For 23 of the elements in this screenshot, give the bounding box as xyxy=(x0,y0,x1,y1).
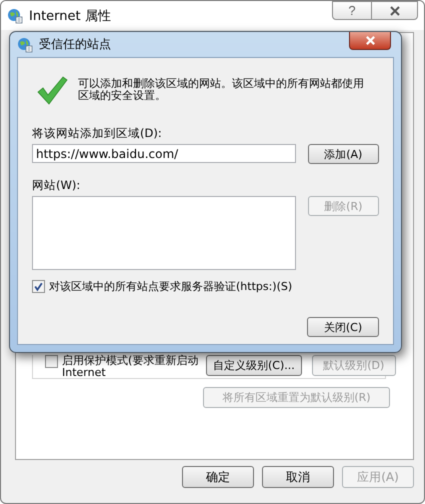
list-label: 网站(W): xyxy=(32,178,82,193)
help-button[interactable]: ? xyxy=(332,1,372,20)
checkbox-label: 对该区域中的所有站点要求服务器验证(https:)(S) xyxy=(49,279,292,294)
close-dialog-button[interactable]: 关闭(C) xyxy=(307,317,379,337)
footer-button[interactable]: 取消 xyxy=(262,466,334,488)
dialog-title: 受信任的站点 xyxy=(39,36,111,53)
message-text: 可以添加和删除该区域的网站。该区域中的所有网站都使用区域的安全设置。 xyxy=(78,78,365,102)
window-title: Internet 属性 xyxy=(29,8,111,24)
close-icon xyxy=(388,4,400,16)
add-button[interactable]: 添加(A) xyxy=(308,144,379,164)
custom-level-button[interactable]: 自定义级别(C)... xyxy=(206,355,302,376)
footer-button[interactable]: 确定 xyxy=(182,466,254,488)
field-label: 将该网站添加到区域(D): xyxy=(32,126,163,141)
globe-icon xyxy=(17,36,33,52)
input-field[interactable]: https://www.baidu.com/ xyxy=(32,144,296,163)
globe-icon xyxy=(7,8,23,24)
checkmark-icon xyxy=(36,74,68,106)
checkbox[interactable] xyxy=(32,280,45,293)
checkbox-label: 启用保护模式(要求重新启动 Internet xyxy=(62,355,200,379)
close-icon xyxy=(364,35,376,46)
checkbox[interactable] xyxy=(45,355,58,368)
close-button[interactable] xyxy=(349,32,391,50)
close-button[interactable] xyxy=(372,1,418,20)
